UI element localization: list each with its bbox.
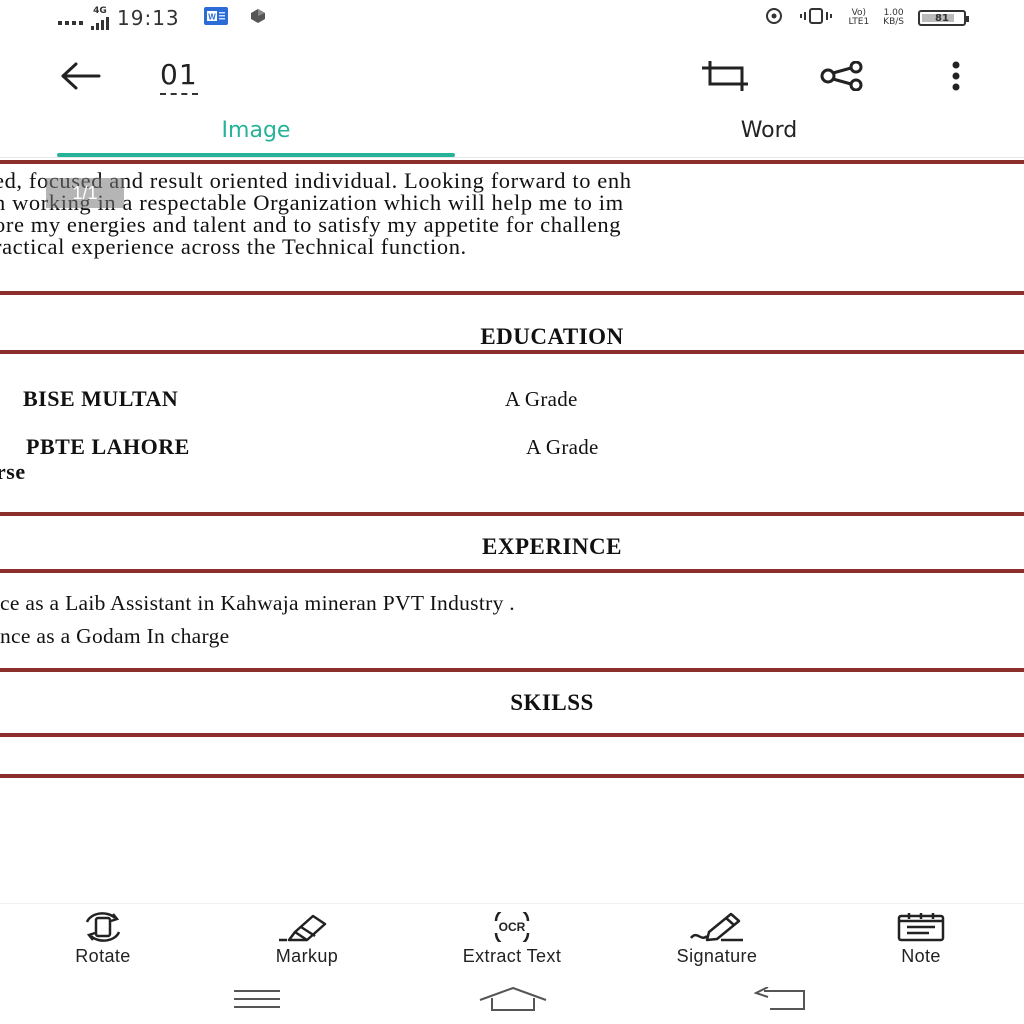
skills-heading: SKILSS	[510, 690, 594, 715]
share-icon	[820, 61, 863, 91]
experience-heading: EXPERINCE	[482, 534, 622, 559]
svg-text:W: W	[208, 13, 216, 22]
more-options-button[interactable]	[930, 54, 982, 98]
ocr-icon: OCR	[494, 912, 530, 942]
markup-label: Markup	[275, 946, 339, 966]
app-notification-icon	[250, 8, 266, 28]
vibrate-icon	[798, 8, 834, 28]
signature-icon	[690, 912, 743, 942]
recent-apps-button[interactable]	[212, 981, 302, 1017]
top-toolbar: 01	[0, 40, 1024, 110]
back-nav-button[interactable]	[736, 981, 826, 1017]
location-icon	[764, 6, 784, 30]
section-rule	[0, 160, 1024, 164]
volte-indicator: Vo) LTE1	[848, 8, 870, 27]
home-icon	[479, 986, 547, 1011]
signal-dots-icon	[58, 11, 83, 25]
crop-icon	[702, 61, 748, 91]
system-nav-bar	[0, 975, 1024, 1024]
back-button[interactable]	[56, 54, 106, 98]
document-title[interactable]: 01	[160, 58, 198, 95]
share-button[interactable]	[816, 54, 868, 98]
intro-paragraph: ed, focused and result oriented individu…	[0, 168, 1024, 259]
education-trailing-text: rse	[0, 459, 26, 484]
rotate-button[interactable]: Rotate	[18, 912, 188, 967]
word-app-notification-icon: W	[203, 7, 228, 29]
intro-line: ore my energies and talent and to satisf…	[0, 212, 622, 237]
back-nav-icon	[754, 987, 805, 1010]
education-institution: PBTE LAHORE	[26, 434, 190, 459]
section-rule	[0, 350, 1024, 354]
extract-text-label: Extract Text	[462, 946, 562, 966]
section-rule	[0, 569, 1024, 573]
more-vert-icon	[952, 61, 960, 91]
battery-icon: 81	[918, 10, 969, 26]
view-tabs: Image Word	[0, 112, 1024, 158]
status-bar: 4G 19:13 W Vo) LTE1 1.00 KB/S 81	[0, 0, 1024, 38]
clock: 19:13	[117, 6, 180, 30]
arrow-left-icon	[61, 62, 101, 90]
rotate-icon	[85, 912, 121, 942]
document-image-preview[interactable]: ed, focused and result oriented individu…	[0, 158, 1024, 903]
markup-button[interactable]: Markup	[222, 912, 392, 967]
experience-item: ce as a Laib Assistant in Kahwaja minera…	[0, 591, 515, 615]
experience-item: nce as a Godam In charge	[0, 624, 230, 648]
section-rule	[0, 291, 1024, 295]
home-button[interactable]	[468, 981, 558, 1017]
menu-lines-icon	[234, 990, 280, 1008]
network-type: 4G	[93, 5, 107, 16]
markup-icon	[279, 914, 327, 942]
signature-button[interactable]: Signature	[632, 912, 802, 967]
tab-image[interactable]: Image	[57, 118, 455, 143]
cell-signal-icon	[91, 16, 109, 30]
tab-word[interactable]: Word	[570, 118, 968, 143]
section-rule	[0, 668, 1024, 672]
education-grade: A Grade	[526, 435, 599, 459]
network-speed: 1.00 KB/S	[883, 8, 904, 27]
section-rule	[0, 512, 1024, 516]
section-rule	[0, 733, 1024, 737]
page-indicator: 1/1	[46, 178, 124, 208]
education-institution: BISE MULTAN	[23, 386, 179, 411]
intro-line: ed, focused and result oriented individu…	[0, 168, 632, 193]
education-grade: A Grade	[505, 387, 578, 411]
intro-line: ractical experience across the Technical…	[0, 234, 467, 259]
note-icon	[897, 913, 945, 942]
bottom-action-bar: Rotate Markup OCR Extract Text Signature…	[0, 903, 1024, 973]
crop-button[interactable]	[700, 54, 752, 98]
note-button[interactable]: Note	[836, 912, 1006, 967]
section-rule	[0, 774, 1024, 778]
rotate-label: Rotate	[75, 946, 131, 966]
intro-line: n working in a respectable Organization …	[0, 190, 624, 215]
note-label: Note	[901, 946, 941, 966]
education-heading: EDUCATION	[480, 324, 624, 349]
extract-text-button[interactable]: OCR Extract Text	[427, 912, 597, 967]
svg-text:OCR: OCR	[499, 920, 526, 934]
signature-label: Signature	[676, 946, 758, 966]
